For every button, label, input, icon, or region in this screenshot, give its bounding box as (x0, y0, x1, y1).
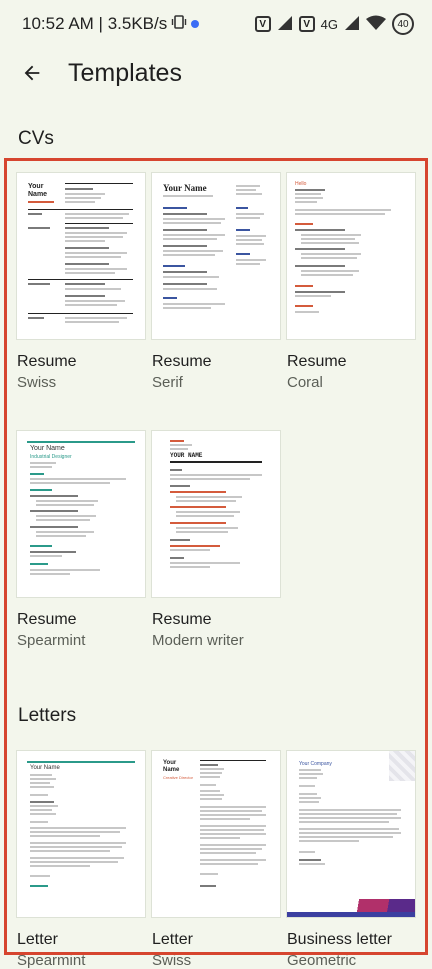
template-card-resume-serif[interactable]: Your Name Resume Serif (152, 173, 280, 391)
template-title: Resume (17, 611, 77, 628)
thumb-name: Your Name (30, 445, 65, 452)
template-title: Resume (152, 353, 212, 370)
template-subtitle: Geometric (287, 952, 357, 969)
thumb-name: YOUR NAME (170, 452, 203, 459)
vpn-icon-2: V (298, 16, 315, 32)
thumb-name: Your Company (299, 761, 332, 767)
template-subtitle: Coral (287, 374, 323, 391)
template-title: Business letter (287, 931, 392, 948)
vpn-icon: V (254, 16, 271, 32)
page-title: Templates (68, 58, 182, 87)
wifi-icon (366, 15, 386, 34)
vibrate-icon (171, 14, 187, 35)
template-card-business-letter-geometric[interactable]: Your Company Business letter Geometric (287, 751, 415, 969)
template-title: Resume (17, 353, 77, 370)
template-card-resume-coral[interactable]: Hello Resume Coral (287, 173, 415, 391)
thumb-role: Creative Director (163, 775, 194, 780)
template-card-letter-spearmint[interactable]: Your Name Letter Spearmint (17, 751, 145, 969)
thumb-name: Your Name (28, 183, 48, 198)
app-bar: Templates (0, 48, 432, 98)
template-thumbnail: Your Company (287, 751, 415, 917)
thumb-role: Industrial Designer (30, 454, 72, 460)
template-title: Letter (17, 931, 58, 948)
thumb-name: Your Name (163, 183, 207, 193)
thumb-name: Your Name (163, 760, 180, 773)
template-subtitle: Spearmint (17, 632, 86, 649)
template-title: Resume (152, 611, 212, 628)
status-bar: 10:52 AM | 3.5KB/s V V 4G 40 (0, 0, 432, 48)
notification-dot-icon (191, 20, 200, 28)
status-time: 10:52 AM | 3.5KB/s (22, 14, 168, 33)
arrow-back-icon (24, 65, 40, 81)
section-title-letters: Letters (18, 705, 77, 726)
template-thumbnail: Your Name (17, 751, 145, 917)
battery-icon: 40 (392, 13, 414, 35)
template-subtitle: Swiss (17, 374, 57, 391)
template-card-resume-modern-writer[interactable]: YOUR NAME Resume Modern writer (152, 431, 280, 649)
template-title: Resume (287, 353, 347, 370)
template-card-resume-swiss[interactable]: Your Name Resume Swiss (17, 173, 145, 391)
template-card-resume-spearmint[interactable]: Your Name Industrial Designer Resume Spe… (17, 431, 145, 649)
network-type: 4G (320, 16, 338, 32)
section-title-cvs: CVs (18, 128, 54, 149)
template-thumbnail: Hello (287, 173, 415, 339)
geometric-footer-stripe (287, 912, 415, 917)
template-subtitle: Swiss (152, 952, 192, 969)
template-thumbnail: Your Name Industrial Designer (17, 431, 145, 597)
signal-icon-2 (344, 15, 360, 34)
template-thumbnail: Your Name (17, 173, 145, 339)
signal-icon (277, 15, 293, 34)
thumb-name: Your Name (30, 765, 60, 771)
template-thumbnail: Your Name Creative Director (152, 751, 280, 917)
template-subtitle: Serif (152, 374, 183, 391)
template-subtitle: Modern writer (152, 632, 244, 649)
template-subtitle: Spearmint (17, 952, 86, 969)
template-title: Letter (152, 931, 193, 948)
thumb-name: Hello (295, 181, 307, 187)
template-thumbnail: YOUR NAME (152, 431, 280, 597)
template-card-letter-swiss[interactable]: Your Name Creative Director Letter Swiss (152, 751, 280, 969)
template-thumbnail: Your Name (152, 173, 280, 339)
geometric-pattern (389, 751, 415, 781)
back-button[interactable] (2, 48, 62, 98)
